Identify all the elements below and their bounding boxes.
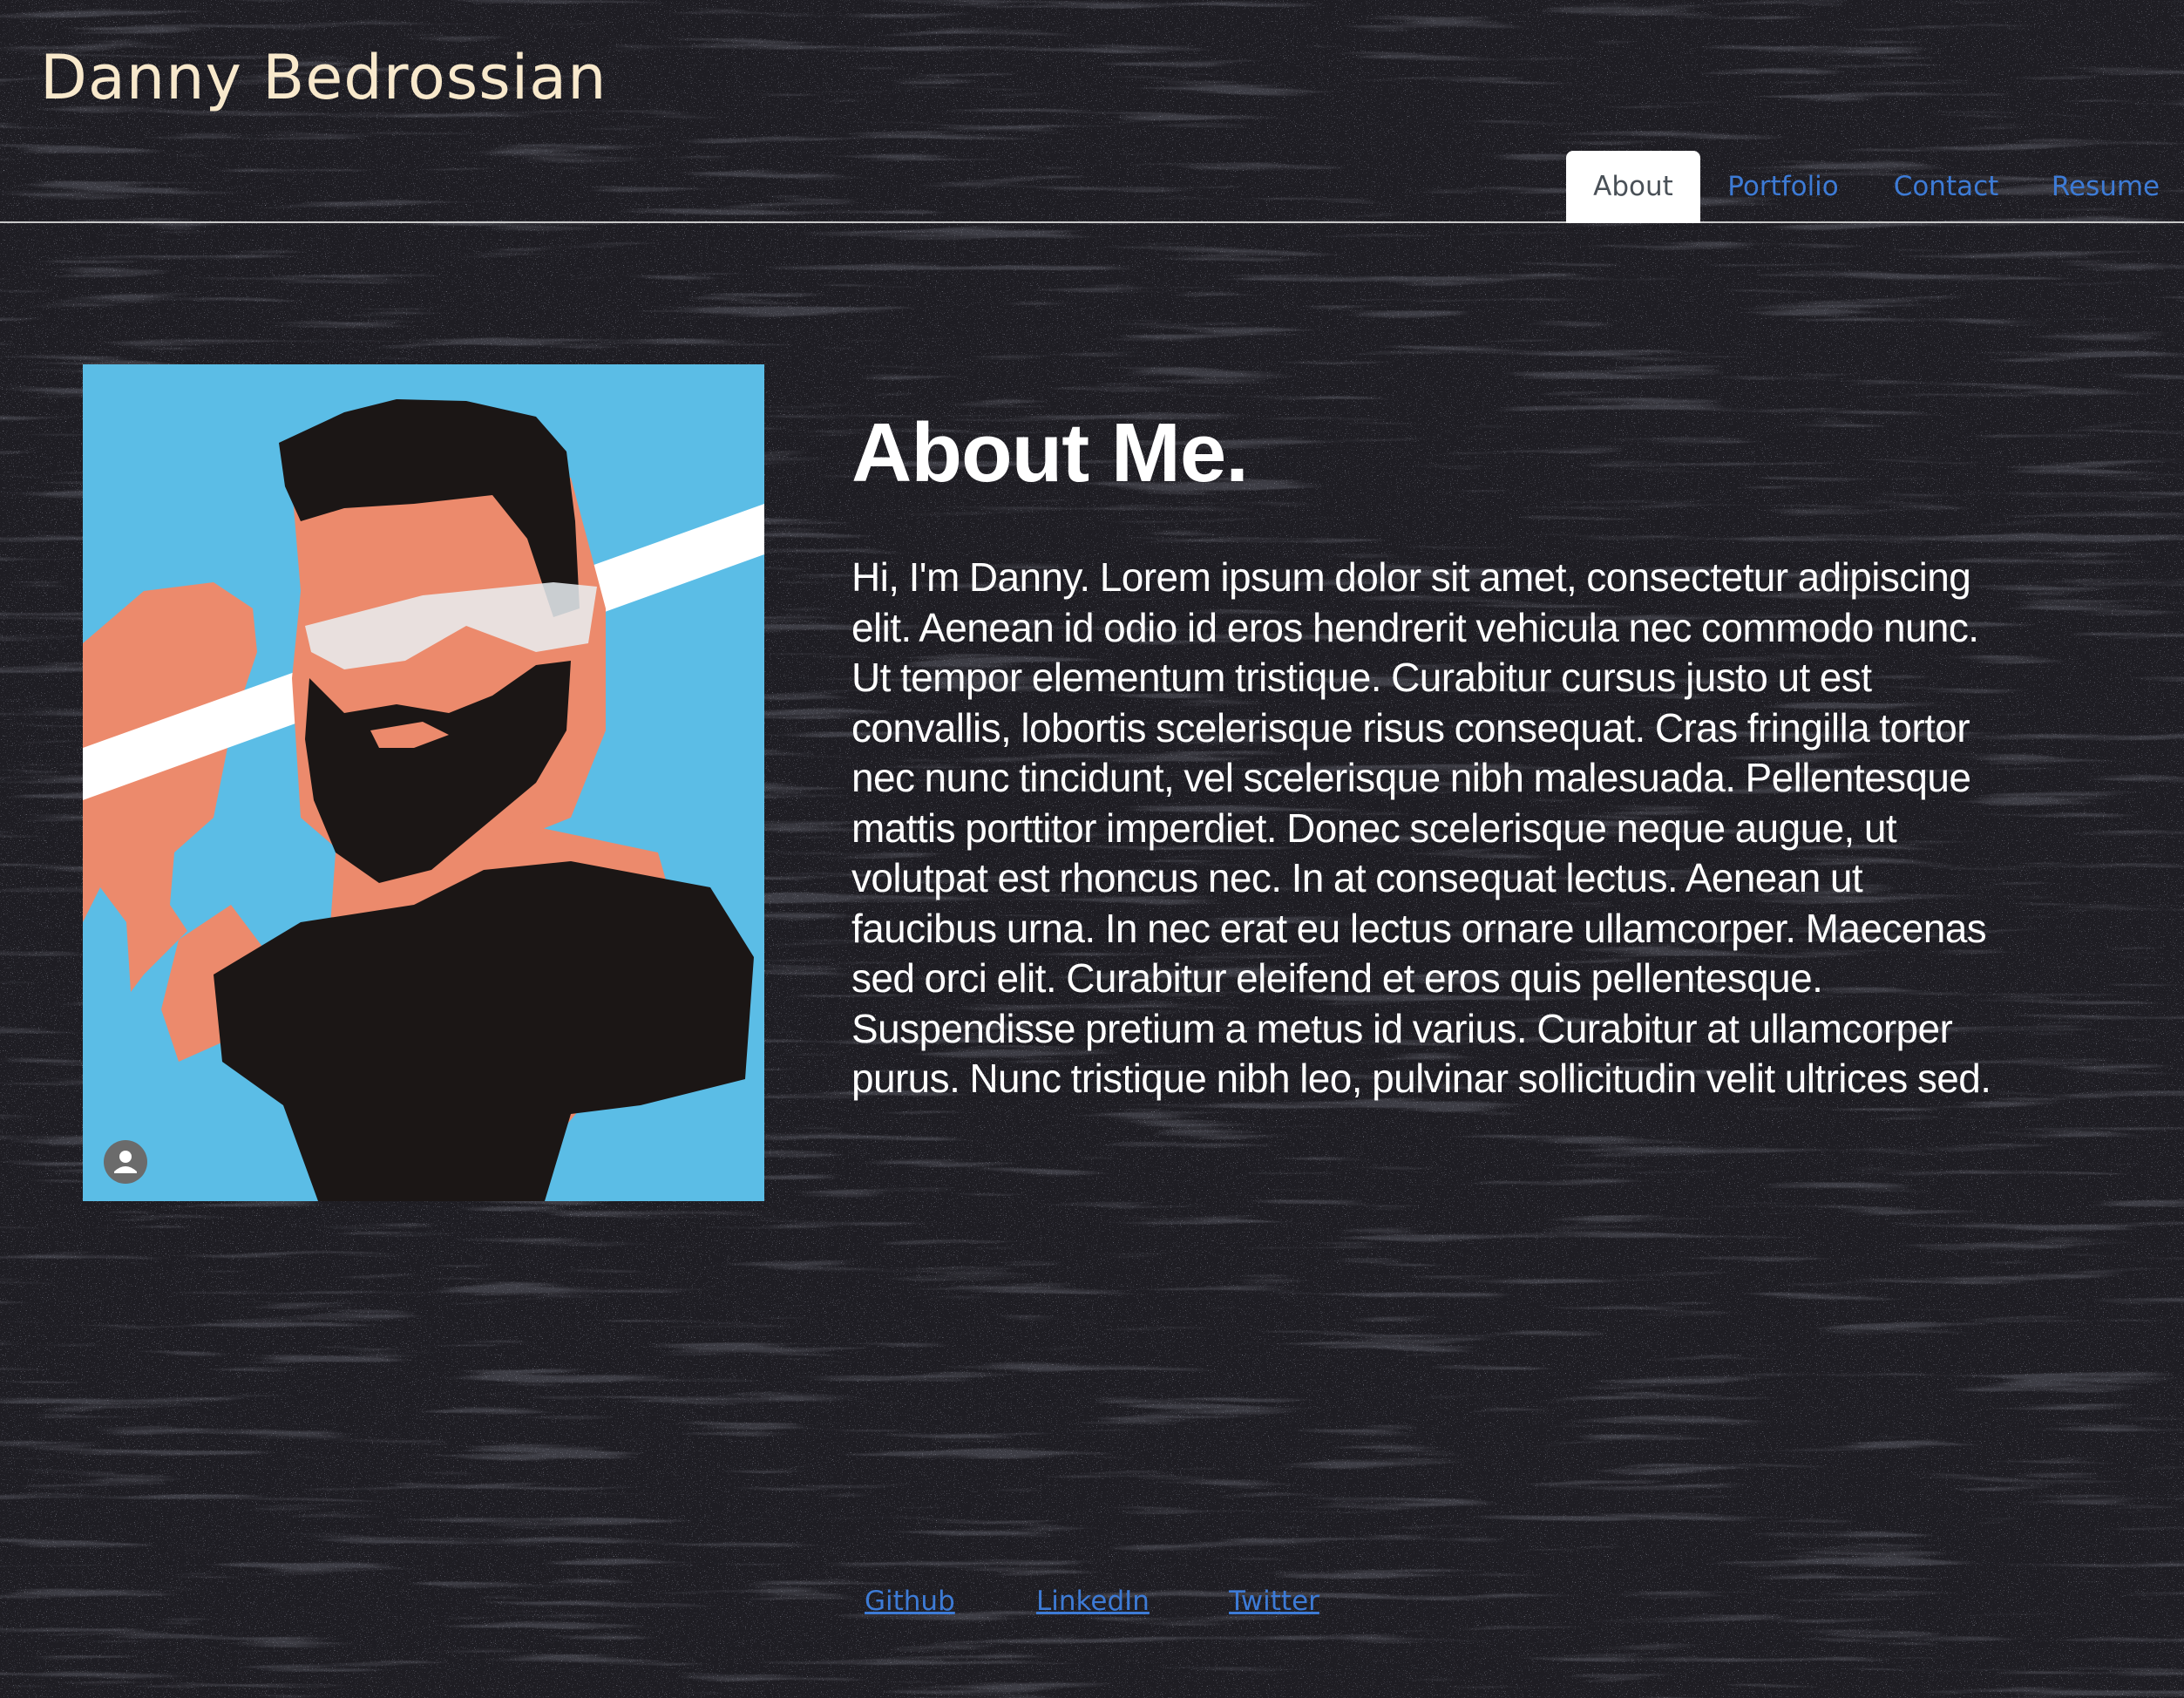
site-title: Danny Bedrossian: [40, 42, 607, 113]
tab-contact[interactable]: Contact: [1881, 151, 2011, 223]
top-navbar: Danny Bedrossian About Portfolio Contact…: [0, 0, 2184, 223]
tab-resume[interactable]: Resume: [2039, 151, 2172, 223]
tab-portfolio-label: Portfolio: [1727, 171, 1839, 202]
about-paragraph: Hi, I'm Danny. Lorem ipsum dolor sit ame…: [851, 554, 1991, 1101]
footer-links: Github LinkedIn Twitter: [0, 1579, 2184, 1632]
github-link[interactable]: Github: [865, 1579, 955, 1623]
tab-portfolio[interactable]: Portfolio: [1717, 151, 1849, 223]
about-heading: About Me.: [851, 406, 1249, 499]
tab-about-label: About: [1593, 171, 1673, 202]
portrait-illustration: [83, 364, 764, 1201]
tab-contact-label: Contact: [1893, 171, 1999, 202]
linkedin-link[interactable]: LinkedIn: [1036, 1579, 1150, 1623]
person-icon[interactable]: [104, 1140, 147, 1184]
portrait-image: [83, 364, 764, 1201]
tab-resume-label: Resume: [2051, 171, 2160, 202]
twitter-link[interactable]: Twitter: [1229, 1579, 1319, 1623]
tab-about[interactable]: About: [1566, 151, 1700, 223]
